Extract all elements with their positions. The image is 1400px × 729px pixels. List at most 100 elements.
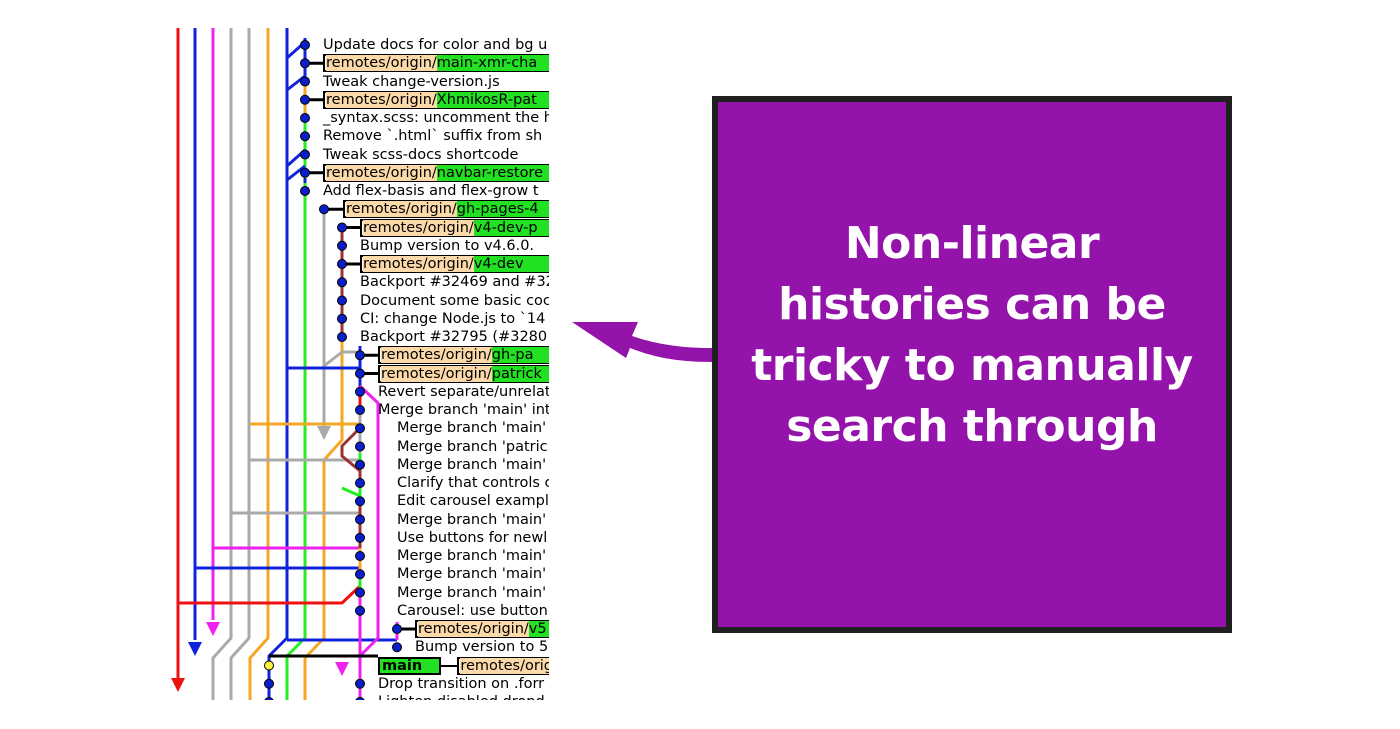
commit-message: Backport #32795 (#3280: [360, 329, 548, 345]
head-row[interactable]: main remotes/origin/: [378, 656, 549, 675]
commit-node[interactable]: [264, 697, 274, 701]
commit-row[interactable]: Use buttons for newl: [397, 529, 547, 547]
commit-node[interactable]: [355, 496, 365, 507]
commit-message: _syntax.scss: uncomment the h: [323, 110, 549, 126]
commit-node[interactable]: [337, 295, 347, 306]
branch-name: gh-pages-4: [456, 201, 549, 218]
commit-node[interactable]: [300, 186, 310, 196]
commit-row[interactable]: Bump version to v4.6.0.: [360, 237, 534, 255]
commit-row[interactable]: Backport #32469 and #32: [360, 273, 549, 291]
commit-row[interactable]: Merge branch 'main': [397, 547, 546, 565]
commit-node[interactable]: [337, 332, 347, 342]
commit-row[interactable]: Merge branch 'main': [397, 456, 546, 474]
remote-branch-label[interactable]: remotes/origin/: [457, 656, 549, 675]
commit-node[interactable]: [392, 642, 402, 653]
commit-message: Document some basic coc: [360, 292, 549, 309]
commit-node[interactable]: [355, 551, 365, 561]
commit-node[interactable]: [355, 532, 365, 543]
local-branch-label[interactable]: main: [378, 656, 442, 675]
commit-row[interactable]: Backport #32795 (#3280: [360, 328, 547, 346]
commit-node[interactable]: [300, 76, 310, 87]
commit-row[interactable]: Remove `.html` suffix from sh: [323, 127, 542, 145]
commit-row[interactable]: Revert separate/unrelat: [378, 383, 549, 401]
commit-row[interactable]: Merge branch 'main': [397, 419, 546, 437]
branch-name: navbar-restore: [436, 164, 549, 181]
lane-green-main: [285, 183, 307, 700]
lane-magenta-arrow-icon: [206, 622, 220, 636]
commit-node[interactable]: [319, 204, 329, 215]
commit-row[interactable]: Add flex-basis and flex-grow t: [323, 182, 539, 200]
branch-name: gh-pa: [491, 347, 549, 364]
commit-row[interactable]: CI: change Node.js to `14: [360, 310, 545, 328]
commit-message: Lighten disabled dropd: [378, 694, 545, 700]
commit-message: Bump version to 5: [415, 639, 549, 656]
commit-node[interactable]: [300, 94, 310, 105]
commit-node[interactable]: [337, 277, 347, 288]
remote-branch-label[interactable]: remotes/origin/patrick: [378, 364, 549, 383]
commit-node[interactable]: [355, 441, 365, 452]
commit-row[interactable]: Merge branch 'main': [397, 565, 546, 583]
commit-row[interactable]: Merge branch 'main' int: [378, 401, 549, 419]
ref-row[interactable]: remotes/origin/gh-pa: [378, 346, 549, 365]
commit-row[interactable]: Drop transition on .forr: [378, 675, 544, 693]
commit-row[interactable]: Merge branch 'main': [397, 584, 546, 602]
commit-node[interactable]: [300, 40, 310, 50]
commit-node[interactable]: [300, 113, 310, 123]
commit-node[interactable]: [337, 259, 347, 269]
ref-row[interactable]: remotes/origin/patrick: [378, 364, 549, 383]
commit-row[interactable]: Lighten disabled dropd: [378, 693, 545, 700]
commit-node[interactable]: [355, 368, 365, 379]
lane-red-arrow-icon: [171, 678, 185, 692]
ref-row[interactable]: remotes/origin/XhmikosR-pat: [323, 90, 549, 109]
remote-branch-label[interactable]: remotes/origin/v5: [415, 620, 549, 638]
commit-row[interactable]: Clarify that controls c: [397, 474, 549, 492]
commit-node[interactable]: [355, 697, 365, 701]
commit-node[interactable]: [264, 678, 274, 689]
commit-node[interactable]: [355, 423, 365, 434]
commit-row[interactable]: Carousel: use button: [397, 602, 548, 620]
commit-node[interactable]: [355, 386, 365, 397]
commit-node[interactable]: [355, 514, 365, 525]
remote-branch-label[interactable]: remotes/origin/v4-dev-p: [360, 218, 549, 237]
commit-node[interactable]: [355, 405, 365, 415]
commit-node[interactable]: [355, 459, 365, 470]
ref-row[interactable]: remotes/origin/navbar-restore: [323, 163, 549, 182]
commit-node[interactable]: [337, 240, 347, 251]
remote-branch-label[interactable]: remotes/origin/v4-dev: [360, 255, 549, 273]
commit-row[interactable]: Tweak change-version.js: [323, 73, 500, 91]
remote-branch-label[interactable]: remotes/origin/gh-pages-4: [343, 200, 549, 219]
commit-row[interactable]: Update docs for color and bg u: [323, 36, 547, 54]
remote-branch-label[interactable]: remotes/origin/XhmikosR-pat: [323, 90, 549, 109]
remote-branch-label[interactable]: remotes/origin/main-xmr-cha: [323, 54, 549, 73]
commit-node[interactable]: [392, 624, 402, 634]
commit-node[interactable]: [337, 313, 347, 324]
commit-node[interactable]: [300, 149, 310, 160]
commit-row[interactable]: Document some basic coc: [360, 292, 549, 310]
commit-row[interactable]: Merge branch 'patric: [397, 438, 548, 456]
commit-node[interactable]: [337, 222, 347, 233]
commit-node[interactable]: [355, 569, 365, 580]
commit-node[interactable]: [355, 605, 365, 616]
commit-node[interactable]: [300, 58, 310, 69]
commit-node[interactable]: [355, 678, 365, 689]
commit-node[interactable]: [355, 587, 365, 598]
ref-row[interactable]: remotes/origin/gh-pages-4: [343, 200, 549, 219]
commit-row[interactable]: _syntax.scss: uncomment the h: [323, 109, 549, 127]
ref-row[interactable]: remotes/origin/v4-dev: [360, 255, 549, 273]
commit-row[interactable]: Merge branch 'main': [397, 511, 546, 529]
remote-branch-label[interactable]: remotes/origin/gh-pa: [378, 346, 549, 365]
commit-node[interactable]: [355, 478, 365, 488]
remote-prefix: remotes/origin/: [460, 657, 549, 674]
ref-row[interactable]: remotes/origin/v5: [415, 620, 549, 638]
commit-row[interactable]: Edit carousel exampl: [397, 492, 549, 510]
commit-node[interactable]: [355, 350, 365, 361]
remote-branch-label[interactable]: remotes/origin/navbar-restore: [323, 163, 549, 182]
branch-name: main-xmr-cha: [436, 55, 549, 72]
commit-row[interactable]: Tweak scss-docs shortcode: [323, 146, 518, 164]
ref-row[interactable]: remotes/origin/main-xmr-cha: [323, 54, 549, 73]
ref-row[interactable]: remotes/origin/v4-dev-p: [360, 218, 549, 237]
commit-row[interactable]: Bump version to 5: [415, 638, 548, 656]
head-commit-node[interactable]: [264, 660, 274, 671]
commit-node[interactable]: [300, 167, 310, 178]
commit-node[interactable]: [300, 131, 310, 142]
